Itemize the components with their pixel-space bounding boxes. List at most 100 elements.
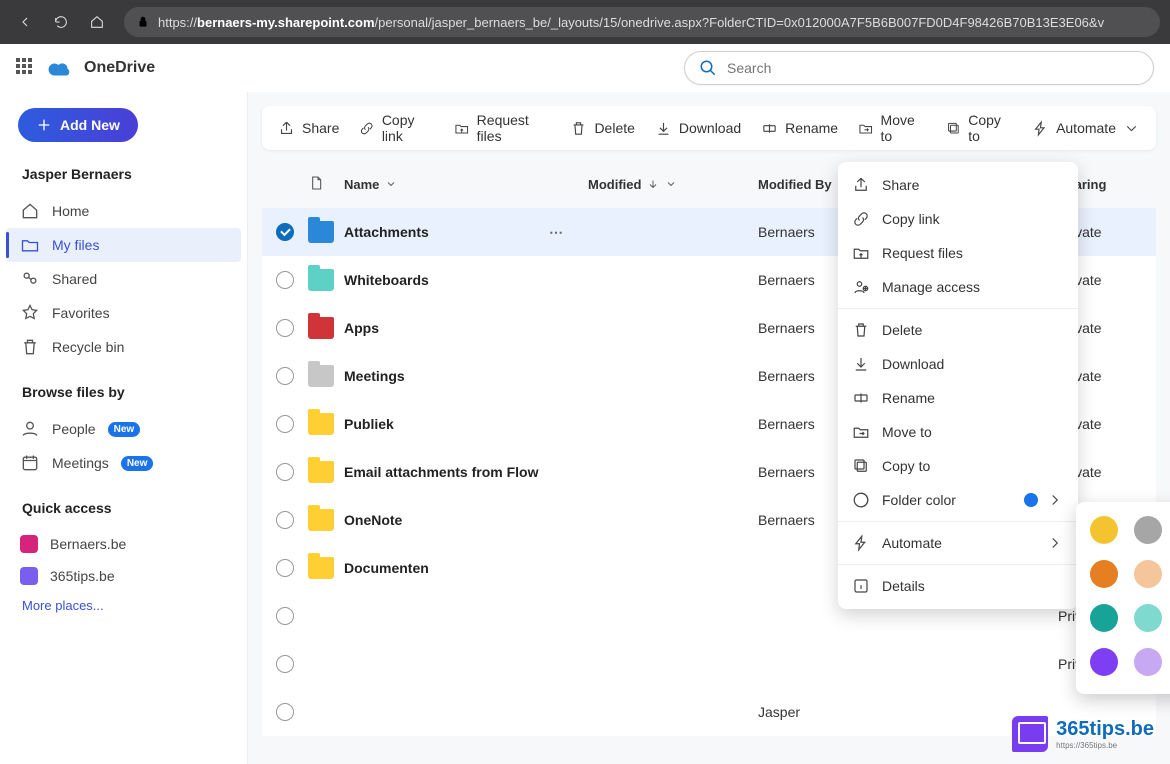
quick-access-item[interactable]: 365tips.be [6,560,241,592]
address-bar[interactable]: https://bernaers-my.sharepoint.com/perso… [124,7,1160,37]
toolbar-share[interactable]: Share [278,120,339,137]
command-bar: Share Copy link Request files Delete Downloa… [262,106,1156,150]
sidebar-item-myfiles[interactable]: My files [6,228,241,262]
row-checkbox[interactable] [276,703,294,721]
sidebar-item-label: Meetings [52,455,109,471]
palette-color[interactable] [1134,604,1162,632]
meetings-icon [20,453,40,473]
palette-color[interactable] [1090,560,1118,588]
row-checkbox[interactable] [276,415,294,433]
ctx-requestfiles[interactable]: Request files [838,236,1078,270]
app-launcher-icon[interactable] [16,58,36,78]
sidebar-item-shared[interactable]: Shared [6,262,241,296]
sidebar-item-recycle[interactable]: Recycle bin [6,330,241,364]
copylink-icon [852,210,870,228]
toolbar-label: Share [302,120,339,136]
watermark-text: 365tips.be [1056,718,1154,741]
folder-icon [308,413,334,435]
row-checkbox[interactable] [276,559,294,577]
back-button[interactable] [10,7,40,37]
col-name[interactable]: Name [344,177,588,192]
quick-access-item[interactable]: Bernaers.be [6,528,241,560]
sidebar-item-label: Favorites [52,305,110,321]
toolbar-requestfiles[interactable]: Request files [454,112,550,144]
palette-color[interactable] [1134,648,1162,676]
row-checkbox[interactable] [276,511,294,529]
palette-color[interactable] [1134,516,1162,544]
share-icon [278,120,295,137]
row-checkbox[interactable] [276,607,294,625]
palette-color[interactable] [1090,516,1118,544]
ctx-download[interactable]: Download [838,347,1078,381]
ctx-label: Details [882,578,925,594]
row-checkbox[interactable] [276,223,294,241]
automate-icon [852,534,870,552]
row-checkbox[interactable] [276,367,294,385]
folder-icon [308,317,334,339]
toolbar-moveto[interactable]: Move to [858,112,926,144]
palette-color[interactable] [1090,604,1118,632]
search-box[interactable] [684,51,1154,85]
ctx-share[interactable]: Share [838,168,1078,202]
col-modified[interactable]: Modified [588,177,758,192]
toolbar-copylink[interactable]: Copy link [359,112,434,144]
row-name: Publiek [344,416,394,432]
reload-button[interactable] [46,7,76,37]
quick-heading: Quick access [16,494,231,522]
chevron-right-icon [1046,534,1064,552]
toolbar-rename[interactable]: Rename [761,120,838,137]
ctx-copyto[interactable]: Copy to [838,449,1078,483]
sidebar-item-favorites[interactable]: Favorites [6,296,241,330]
row-name: Email attachments from Flow [344,464,538,480]
ctx-label: Request files [882,245,963,261]
current-color-dot [1024,493,1038,507]
ctx-label: Manage access [882,279,980,295]
ctx-label: Move to [882,424,932,440]
url-text: https://bernaers-my.sharepoint.com/perso… [158,15,1104,30]
browser-chrome: https://bernaers-my.sharepoint.com/perso… [0,0,1170,44]
toolbar-label: Copy link [382,112,434,144]
sidebar-item-meetings[interactable]: Meetings New [6,446,241,480]
toolbar-download[interactable]: Download [655,120,741,137]
row-checkbox[interactable] [276,463,294,481]
toolbar-copyto[interactable]: Copy to [946,112,1012,144]
toolbar-delete[interactable]: Delete [570,120,634,137]
ctx-delete[interactable]: Delete [838,313,1078,347]
palette-color[interactable] [1134,560,1162,588]
row-checkbox[interactable] [276,655,294,673]
ctx-foldercolor[interactable]: Folder color [838,483,1078,517]
app-header: OneDrive [0,44,1170,92]
ctx-label: Delete [882,322,922,338]
ctx-automate[interactable]: Automate [838,526,1078,560]
toolbar-automate[interactable]: Automate [1032,120,1140,137]
row-checkbox[interactable] [276,271,294,289]
chevron-down-icon [1123,120,1140,137]
palette-color[interactable] [1090,648,1118,676]
ctx-copylink[interactable]: Copy link [838,202,1078,236]
sidebar-item-label: Home [52,203,89,219]
add-new-label: Add New [60,117,120,133]
lock-icon [136,15,150,29]
requestfiles-icon [852,244,870,262]
ctx-rename[interactable]: Rename [838,381,1078,415]
table-row[interactable]: Private [262,640,1156,688]
foldercolor-icon [852,491,870,509]
sidebar-item-home[interactable]: Home [6,194,241,228]
home-button[interactable] [82,7,112,37]
row-more-button[interactable]: ⋯ [544,220,568,244]
ctx-moveto[interactable]: Move to [838,415,1078,449]
toolbar-label: Delete [594,120,634,136]
sidebar-item-people[interactable]: PeopleNew [6,412,241,446]
ctx-label: Folder color [882,492,956,508]
search-input[interactable] [727,60,1139,76]
quick-access-label: 365tips.be [50,568,115,584]
add-new-button[interactable]: Add New [18,108,138,142]
ctx-label: Copy link [882,211,940,227]
ctx-details[interactable]: Details [838,569,1078,603]
ctx-manageaccess[interactable]: Manage access [838,270,1078,304]
more-places-link[interactable]: More places... [16,592,231,619]
new-badge: New [121,456,154,471]
row-checkbox[interactable] [276,319,294,337]
toolbar-label: Automate [1056,120,1116,136]
row-name: Apps [344,320,379,336]
